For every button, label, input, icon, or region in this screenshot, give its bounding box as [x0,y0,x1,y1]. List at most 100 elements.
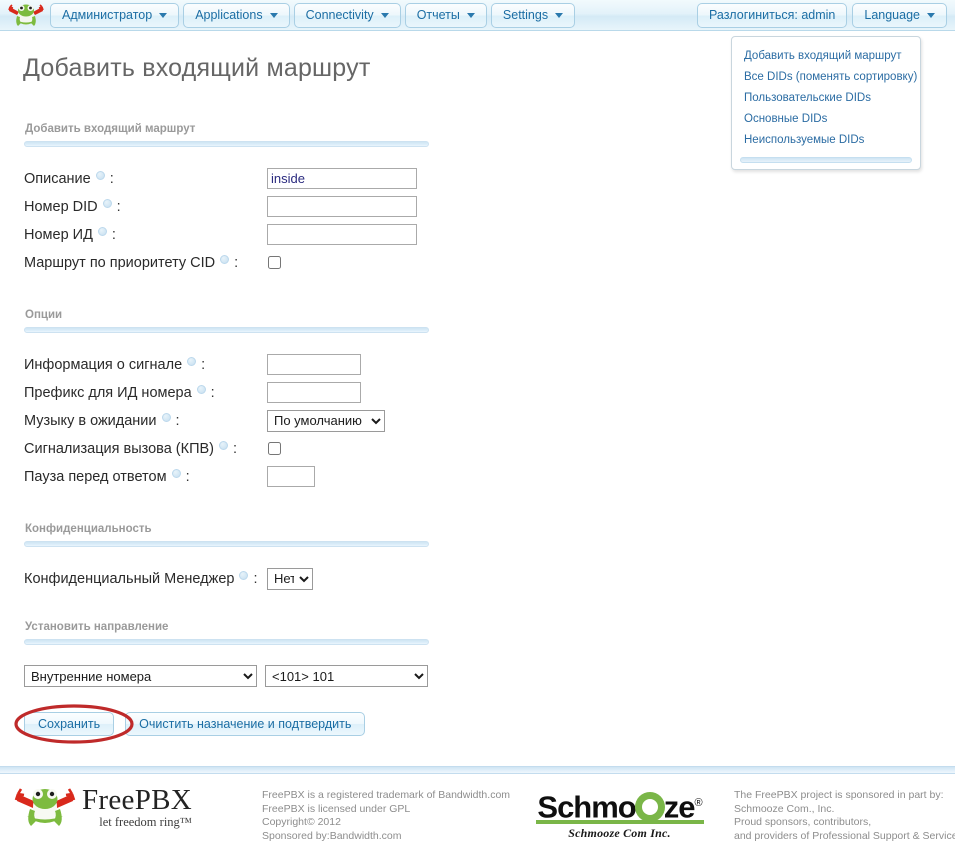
sponsor-line: Proud sponsors, contributors, [734,816,872,828]
freepbx-wordmark: FreePBX let freedom ring™ [82,783,193,829]
sponsor-line: Schmooze Com., Inc. [734,802,835,815]
schmooze-phone-icon [634,792,665,823]
schmooze-sponsor-text: The FreePBX project is sponsored in part… [722,784,955,843]
label-pause-before-answer: Пауза перед ответом : [24,468,190,485]
legal-line: Sponsored by:Bandwidth.com [262,829,402,842]
nav-item-label: Администратор [62,8,153,22]
help-icon[interactable] [187,356,197,366]
options-fields: Информация о сигнале : Префикс для ИД но… [24,351,620,490]
chevron-down-icon [269,12,278,18]
call-signaling-checkbox[interactable] [268,442,281,455]
schmooze-part1: Schmo [537,789,636,825]
page-footer: FreePBX let freedom ring™ FreePBX is a r… [0,778,955,843]
schmooze-logo: Schmo ze® Schmooze Com Inc. [517,784,722,841]
destination-target-select[interactable]: <101> 101 [265,665,428,687]
menu-item-all-dids[interactable]: Все DIDs (поменять сортировку) [732,67,920,88]
destination-type-select[interactable]: Внутренние номера [24,665,257,687]
music-on-hold-select[interactable]: По умолчанию [267,409,385,432]
section-route: Добавить входящий маршрут Описание : ins… [24,83,620,276]
route-fields: Описание : Номер DID : [24,165,620,276]
help-icon[interactable] [239,570,249,580]
nav-item-settings[interactable]: Settings [490,2,576,28]
menu-item-add-inbound-route[interactable]: Добавить входящий маршрут [732,46,920,67]
section-heading-destination: Установить направление [25,621,169,633]
label-cid-priority: Маршрут по приоритету CID : [24,254,239,271]
help-icon[interactable] [102,198,112,208]
nav-item-label: Settings [502,8,549,22]
label-alert-info: Информация о сигнале : [24,356,206,373]
section-options: Опции Информация о сигнале : Префикс для… [24,277,620,490]
sponsor-line: and providers of Professional Support & … [734,829,955,842]
nav-item-label: Connectivity [305,8,374,22]
nav-item-label: Applications [195,8,263,22]
menu-item-main-dids[interactable]: Основные DIDs [732,109,920,130]
label-description: Описание : [24,170,114,187]
schmooze-part2: ze [663,789,696,825]
nav-item-administrator[interactable]: Администратор [50,2,180,28]
label-call-signaling: Сигнализация вызова (КПВ) : [24,440,238,457]
freepbx-tagline: let freedom ring™ [99,814,193,829]
label-did-number: Номер DID : [24,198,121,215]
registered-mark: ® [694,797,703,809]
label-cid-number: Номер ИД : [24,226,116,243]
schmooze-subtitle: Schmooze Com Inc. [568,826,671,841]
top-navigation-bar: Администратор Applications Connectivity … [0,0,955,31]
form-actions: Сохранить Очистить назначение и подтверд… [14,704,620,744]
field-row-cid-priority: Маршрут по приоритету CID : [24,249,620,276]
privacy-manager-select[interactable]: Нет [267,567,313,590]
chevron-down-icon [927,12,935,18]
menu-item-custom-dids[interactable]: Пользовательские DIDs [732,88,920,109]
help-icon[interactable] [161,412,171,422]
field-row-cid-number: Номер ИД : [24,221,620,248]
chevron-down-icon [466,12,475,18]
field-row-pause-before-answer: Пауза перед ответом : [24,463,620,490]
help-icon[interactable] [196,384,206,394]
section-divider-bar [24,639,429,645]
logout-label: Разлогиниться: admin [708,8,836,22]
cid-prefix-input[interactable] [267,382,361,403]
help-icon[interactable] [95,170,105,180]
help-icon[interactable] [97,226,107,236]
sponsor-line: The FreePBX project is sponsored in part… [734,789,944,801]
did-number-input[interactable] [267,196,417,217]
logout-button[interactable]: Разлогиниться: admin [696,2,848,28]
chevron-down-icon [555,12,564,18]
freepbx-name: FreePBX [82,783,193,816]
help-icon[interactable] [219,440,228,450]
help-icon[interactable] [171,468,181,478]
field-row-description: Описание : [24,165,620,192]
cid-priority-checkbox[interactable] [268,256,281,269]
legal-line: Copyright© 2012 [262,816,341,828]
nav-item-connectivity[interactable]: Connectivity [293,2,401,28]
label-cid-prefix: Префикс для ИД номера : [24,384,215,401]
connectivity-dropdown-menu: Добавить входящий маршрут Все DIDs (поме… [731,36,921,170]
field-row-alert-info: Информация о сигнале : [24,351,620,378]
section-destination: Установить направление Внутренние номера… [14,593,620,744]
help-icon[interactable] [220,254,230,264]
section-divider-bar [24,541,429,547]
section-privacy: Конфиденциальность Конфиденциальный Мене… [24,491,620,592]
alert-info-input[interactable] [267,354,361,375]
footer-divider-bar [0,766,955,774]
app-root: Администратор Applications Connectivity … [0,0,955,846]
legal-line: FreePBX is licensed under GPL [262,802,411,815]
cid-number-input[interactable] [267,224,417,245]
section-heading-route: Добавить входящий маршрут [25,123,196,135]
clear-destination-and-submit-button[interactable]: Очистить назначение и подтвердить [125,712,366,736]
destination-row: Внутренние номера <101> 101 [24,665,620,687]
save-button[interactable]: Сохранить [24,712,115,736]
menu-item-unused-dids[interactable]: Неиспользуемые DIDs [732,130,920,151]
description-input[interactable] [267,168,417,189]
inbound-route-form: Добавить входящий маршрут Описание : ins… [0,83,620,744]
pause-before-answer-input[interactable] [267,466,315,487]
section-heading-privacy: Конфиденциальность [25,523,152,535]
nav-item-reports[interactable]: Отчеты [404,2,487,28]
field-row-call-signaling: Сигнализация вызова (КПВ) : [24,435,620,462]
nav-item-applications[interactable]: Applications [183,2,290,28]
section-heading-options: Опции [25,309,63,321]
section-divider-bar [24,141,429,147]
field-row-did-number: Номер DID : [24,193,620,220]
freepbx-frog-logo-icon[interactable] [6,2,46,29]
language-selector[interactable]: Language [852,2,947,28]
schmooze-wordmark: Schmo ze® [537,786,703,825]
